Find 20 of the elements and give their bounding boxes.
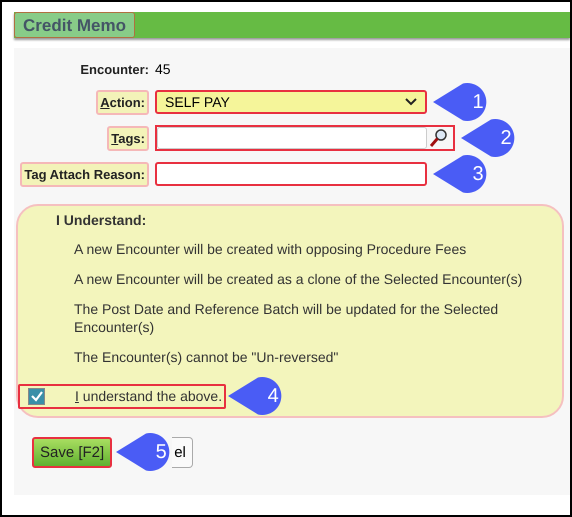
field-label: Encounter: [80,62,149,76]
search-icon[interactable] [429,128,449,148]
notice-text: The Encounter(s) cannot be "Un-reversed" [74,348,340,366]
field-label: Tags: [107,126,149,150]
action-dropdown[interactable]: SELF PAY [155,90,427,114]
encounter-value: 45 [155,61,171,77]
save-button[interactable]: Save [F2] [32,436,112,468]
understand-checkbox[interactable] [28,388,45,404]
notice-text: The Post Date and Reference Batch will be updated for the Selected Encounter(s) [74,300,500,336]
reason-field[interactable] [155,162,427,186]
cancel-button[interactable]: el [172,436,193,468]
field-label: Tag Attach Reason: [20,162,149,186]
checkbox-label: I understand the above. [75,388,222,404]
notice-text: A new Encounter will be created with opposing Procedure Fees [74,240,468,258]
notice-text: A new Encounter will be created as a clone of the Selected Encounter(s) [74,270,524,288]
field-label: Action: [96,90,149,114]
tags-field[interactable] [157,127,427,149]
section-heading: I Understand: [56,212,148,228]
chevron-down-icon [405,98,417,106]
page-title: Credit Memo [14,12,135,38]
